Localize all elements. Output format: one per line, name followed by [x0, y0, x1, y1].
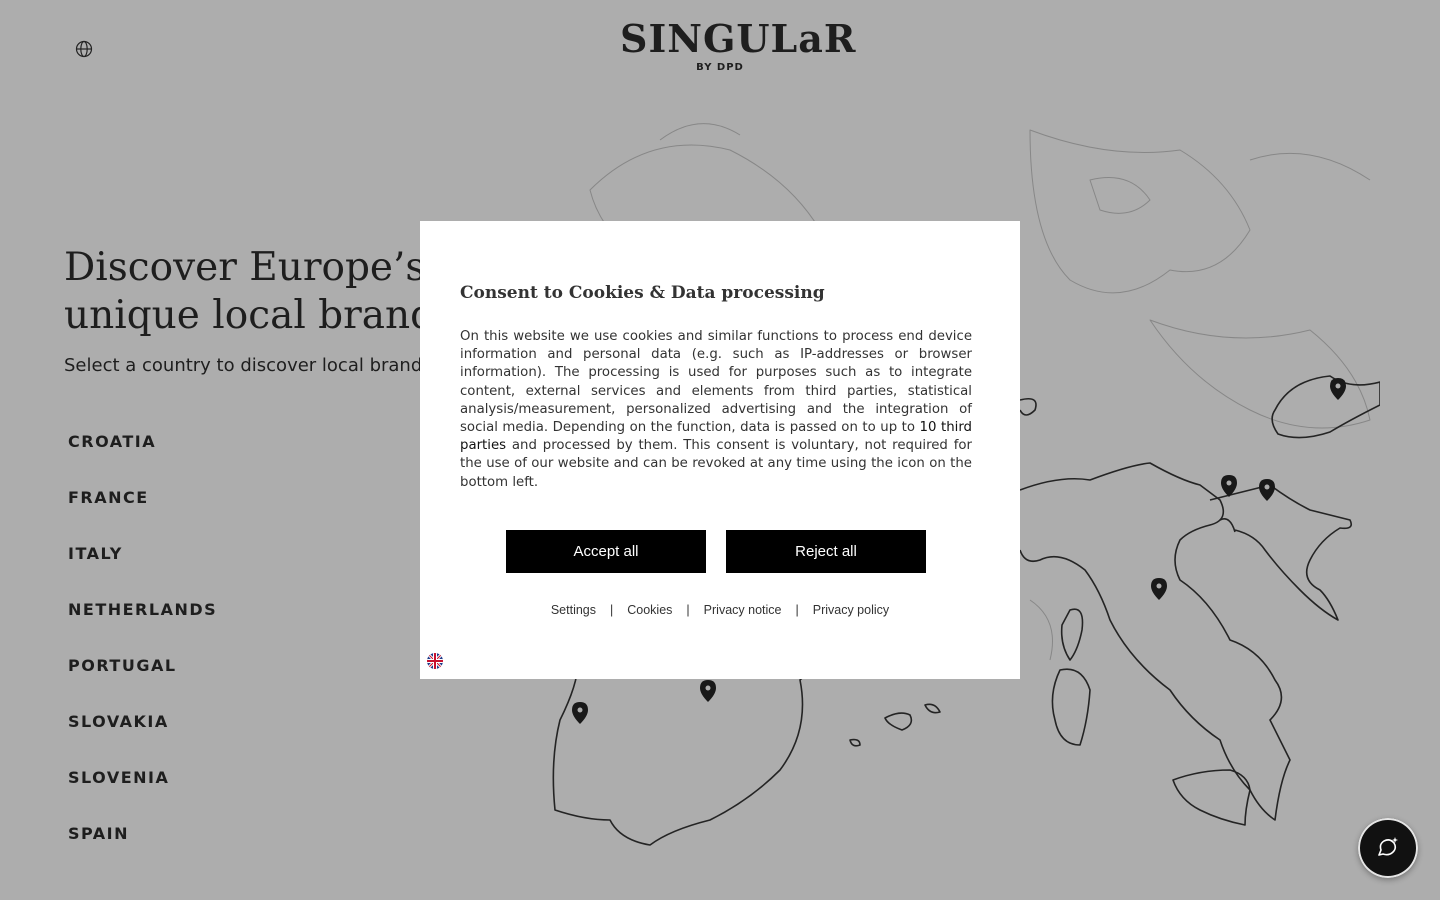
chat-button[interactable] — [1358, 818, 1418, 878]
consent-body: On this website we use cookies and simil… — [460, 328, 972, 492]
link-separator: | — [686, 603, 690, 617]
chat-sparkle-icon — [1378, 837, 1398, 856]
uk-flag-icon[interactable] — [427, 653, 443, 669]
reject-all-button[interactable]: Reject all — [726, 530, 926, 573]
settings-link[interactable]: Settings — [551, 603, 596, 617]
privacy-notice-link[interactable]: Privacy notice — [704, 603, 782, 617]
link-separator: | — [795, 603, 799, 617]
link-separator: | — [610, 603, 614, 617]
accept-all-button[interactable]: Accept all — [506, 530, 706, 573]
consent-links: Settings | Cookies | Privacy notice | Privacy … — [420, 603, 1020, 617]
consent-body-text-end: and processed by them. This consent is v… — [460, 438, 972, 490]
consent-title: Consent to Cookies & Data processing — [460, 283, 825, 303]
privacy-policy-link[interactable]: Privacy policy — [813, 603, 889, 617]
cookies-link[interactable]: Cookies — [627, 603, 672, 617]
cookie-consent-dialog: Consent to Cookies & Data processing On … — [420, 221, 1020, 679]
consent-body-text-start: On this website we use cookies and simil… — [460, 329, 972, 436]
